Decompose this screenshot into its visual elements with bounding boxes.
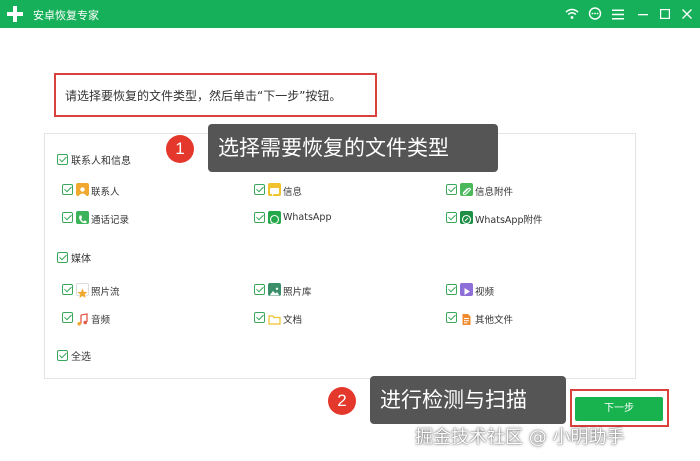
messages-checkbox[interactable] (254, 184, 265, 195)
message-attachments-label: 信息附件 (475, 187, 514, 198)
photo-library-checkbox[interactable] (254, 284, 265, 295)
video-checkbox[interactable] (446, 284, 457, 295)
wifi-icon[interactable] (563, 5, 581, 23)
watermark: 掘金技术社区 @ 小明助手 (415, 427, 625, 448)
maximize-icon[interactable] (656, 5, 674, 23)
contacts-label: 联系人 (91, 187, 120, 198)
photostream-checkbox[interactable] (62, 284, 73, 295)
document-icon (268, 311, 281, 325)
contacts-section-checkbox[interactable] (57, 154, 68, 165)
minimize-icon[interactable] (634, 5, 652, 23)
select-all-label: 全选 (71, 352, 91, 363)
menu-icon[interactable] (609, 5, 627, 23)
other-files-checkbox[interactable] (446, 312, 457, 323)
messages-label: 信息 (283, 187, 303, 198)
step-2-callout: 进行检测与扫描 (370, 376, 566, 424)
app-logo-icon (7, 6, 23, 22)
chat-icon[interactable] (586, 5, 604, 23)
close-icon[interactable] (678, 5, 696, 23)
photo-library-label: 照片库 (283, 287, 312, 298)
audio-icon (76, 311, 89, 326)
photo-library-icon (268, 283, 281, 296)
contact-icon (76, 183, 89, 196)
documents-label: 文档 (283, 315, 303, 326)
media-section-checkbox[interactable] (57, 252, 68, 263)
contacts-section-label: 联系人和信息 (71, 156, 131, 167)
instruction-text: 请选择要恢复的文件类型，然后单击“下一步”按钮。 (65, 89, 342, 103)
contacts-checkbox[interactable] (62, 184, 73, 195)
whatsapp-icon (268, 211, 281, 225)
video-icon (460, 283, 473, 296)
video-label: 视频 (475, 287, 495, 298)
other-files-icon (460, 311, 473, 325)
whatsapp-attachments-checkbox[interactable] (446, 212, 457, 223)
title-bar: 安卓恢复专家 (0, 0, 700, 28)
whatsapp-label: WhatsApp (283, 212, 332, 223)
photostream-icon (76, 283, 89, 298)
whatsapp-attachment-icon (460, 211, 473, 225)
app-title: 安卓恢复专家 (33, 9, 99, 22)
call-log-label: 通话记录 (91, 215, 130, 226)
instruction-highlight: 请选择要恢复的文件类型，然后单击“下一步”按钮。 (54, 73, 377, 117)
select-all-checkbox[interactable] (57, 350, 68, 361)
photostream-label: 照片流 (91, 287, 120, 298)
next-button[interactable]: 下一步 (575, 397, 663, 421)
documents-checkbox[interactable] (254, 312, 265, 323)
message-attachments-checkbox[interactable] (446, 184, 457, 195)
other-files-label: 其他文件 (475, 315, 514, 326)
step-1-callout: 选择需要恢复的文件类型 (208, 124, 498, 172)
step-1-badge: 1 (166, 135, 194, 163)
audio-label: 音频 (91, 315, 111, 326)
media-section-label: 媒体 (71, 254, 91, 265)
audio-checkbox[interactable] (62, 312, 73, 323)
attachment-icon (460, 183, 473, 196)
phone-icon (76, 211, 89, 224)
step-2-badge: 2 (328, 387, 356, 415)
whatsapp-checkbox[interactable] (254, 212, 265, 223)
call-log-checkbox[interactable] (62, 212, 73, 223)
whatsapp-attachments-label: WhatsApp附件 (475, 215, 543, 226)
message-icon (268, 183, 281, 196)
